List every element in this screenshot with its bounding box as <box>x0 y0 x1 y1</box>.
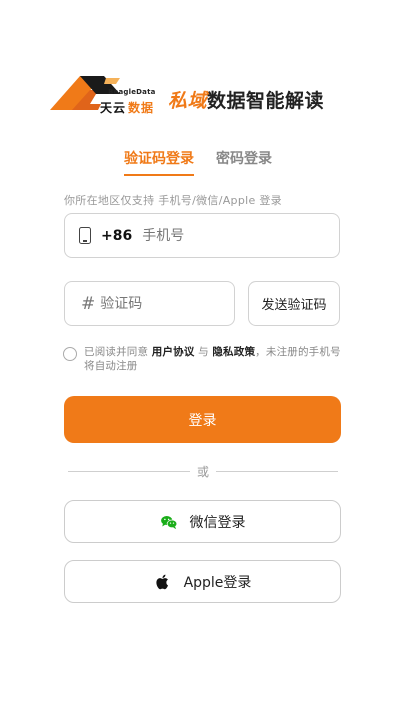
agreement-and: 与 <box>198 346 209 358</box>
agreement-row: 已阅读并同意 用户协议 与 隐私政策，未注册的手机号将自动注册 <box>63 345 343 373</box>
user-agreement-link[interactable]: 用户协议 <box>152 346 195 358</box>
region-hint: 你所在地区仅支持 手机号/微信/Apple 登录 <box>64 194 282 207</box>
hash-icon: # <box>81 293 96 314</box>
phone-input[interactable] <box>142 227 339 244</box>
wechat-login-label: 微信登录 <box>189 514 246 531</box>
login-button[interactable]: 登录 <box>64 396 341 443</box>
slogan-rest: 数据智能解读 <box>207 90 325 112</box>
logo-english-text: BeagleData <box>108 88 156 96</box>
or-divider: 或 <box>68 463 338 479</box>
login-tabs: 验证码登录 密码登录 <box>124 148 272 176</box>
wechat-icon <box>160 515 177 529</box>
privacy-policy-link[interactable]: 隐私政策 <box>212 346 255 358</box>
brand-header: BeagleData 天云 数据 私域数据智能解读 <box>50 72 350 116</box>
phone-icon <box>79 227 91 244</box>
apple-icon <box>155 574 168 589</box>
logo-chinese-accent-text: 数据 <box>128 101 155 115</box>
slogan-accent: 私域 <box>168 90 208 112</box>
tab-sms-login[interactable]: 验证码登录 <box>124 148 194 176</box>
logo-chinese-text: 天云 <box>100 101 127 115</box>
verification-code-input[interactable] <box>100 295 221 312</box>
country-code[interactable]: +86 <box>101 228 132 244</box>
phone-field[interactable]: +86 <box>64 213 340 258</box>
slogan: 私域数据智能解读 <box>168 86 324 113</box>
agreement-checkbox[interactable] <box>63 347 77 361</box>
verification-code-field[interactable]: # <box>64 281 235 326</box>
agreement-text: 已阅读并同意 用户协议 与 隐私政策，未注册的手机号将自动注册 <box>84 345 343 373</box>
wechat-login-button[interactable]: 微信登录 <box>64 500 341 543</box>
tab-password-login[interactable]: 密码登录 <box>216 148 272 174</box>
agreement-prefix: 已阅读并同意 <box>84 346 149 358</box>
divider-line-right <box>216 471 338 472</box>
send-code-button[interactable]: 发送验证码 <box>248 281 340 326</box>
apple-login-label: Apple登录 <box>183 574 252 591</box>
apple-login-button[interactable]: Apple登录 <box>64 560 341 603</box>
